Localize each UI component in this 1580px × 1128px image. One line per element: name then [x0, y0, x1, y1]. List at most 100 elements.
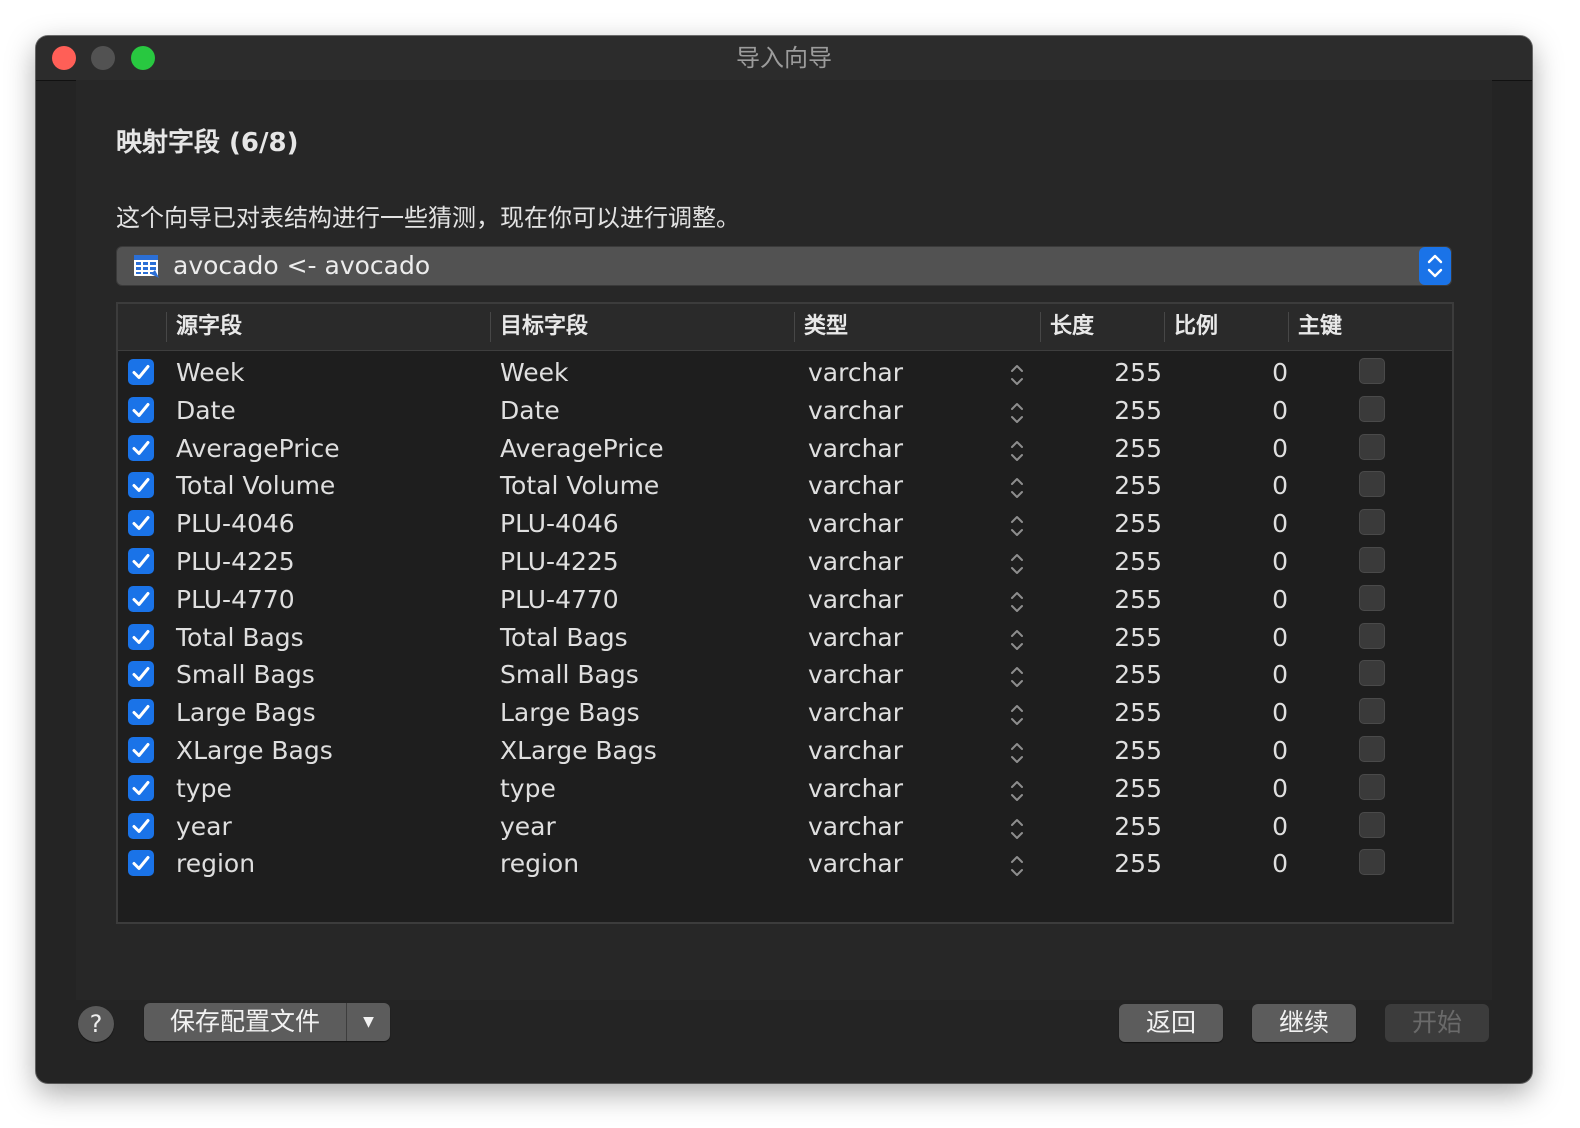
- target-field-cell[interactable]: year: [500, 808, 556, 846]
- chevron-up-down-icon[interactable]: [1008, 512, 1026, 540]
- column-header-type[interactable]: 类型: [804, 304, 848, 350]
- include-field-checkbox[interactable]: [128, 510, 154, 537]
- primary-key-checkbox[interactable]: [1359, 849, 1385, 876]
- scale-cell[interactable]: 0: [1208, 581, 1288, 619]
- target-field-cell[interactable]: Week: [500, 354, 569, 392]
- target-field-cell[interactable]: Total Bags: [500, 619, 628, 657]
- table-row[interactable]: year year varchar 255 0: [118, 808, 1452, 846]
- continue-button[interactable]: 继续: [1252, 1004, 1356, 1042]
- chevron-up-down-icon[interactable]: [1008, 399, 1026, 427]
- primary-key-checkbox[interactable]: [1359, 584, 1385, 611]
- chevron-up-down-icon[interactable]: [1008, 777, 1026, 805]
- primary-key-checkbox[interactable]: [1359, 736, 1385, 762]
- primary-key-checkbox[interactable]: [1359, 811, 1385, 838]
- target-field-cell[interactable]: AveragePrice: [500, 430, 664, 468]
- scale-cell[interactable]: 0: [1208, 656, 1288, 694]
- include-field-checkbox[interactable]: [128, 812, 154, 839]
- include-field-checkbox[interactable]: [128, 699, 154, 726]
- length-cell[interactable]: 255: [1062, 770, 1162, 808]
- include-field-checkbox[interactable]: [128, 548, 154, 574]
- title-bar[interactable]: 导入向导: [36, 36, 1532, 81]
- length-cell[interactable]: 255: [1062, 392, 1162, 430]
- scale-cell[interactable]: 0: [1208, 770, 1288, 808]
- type-cell[interactable]: varchar: [808, 845, 903, 883]
- scale-cell[interactable]: 0: [1208, 430, 1288, 468]
- column-header-length[interactable]: 长度: [1050, 304, 1094, 350]
- scale-cell[interactable]: 0: [1208, 808, 1288, 846]
- type-cell[interactable]: varchar: [808, 392, 903, 430]
- type-cell[interactable]: varchar: [808, 581, 903, 619]
- target-field-cell[interactable]: region: [500, 845, 579, 883]
- scale-cell[interactable]: 0: [1208, 467, 1288, 505]
- include-field-checkbox[interactable]: [128, 396, 154, 423]
- include-field-checkbox[interactable]: [128, 359, 154, 385]
- type-cell[interactable]: varchar: [808, 505, 903, 543]
- primary-key-checkbox[interactable]: [1359, 509, 1385, 536]
- scale-cell[interactable]: 0: [1208, 845, 1288, 883]
- length-cell[interactable]: 255: [1062, 543, 1162, 581]
- scale-cell[interactable]: 0: [1208, 354, 1288, 392]
- primary-key-checkbox[interactable]: [1359, 358, 1385, 384]
- length-cell[interactable]: 255: [1062, 505, 1162, 543]
- help-button[interactable]: ?: [78, 1006, 114, 1042]
- type-cell[interactable]: varchar: [808, 543, 903, 581]
- type-cell[interactable]: varchar: [808, 808, 903, 846]
- length-cell[interactable]: 255: [1062, 467, 1162, 505]
- primary-key-checkbox[interactable]: [1359, 660, 1385, 687]
- target-field-cell[interactable]: type: [500, 770, 556, 808]
- chevron-up-down-icon[interactable]: [1008, 361, 1026, 389]
- primary-key-checkbox[interactable]: [1359, 433, 1385, 460]
- table-row[interactable]: PLU-4046 PLU-4046 varchar 255 0: [118, 505, 1452, 543]
- chevron-up-down-icon[interactable]: [1008, 550, 1026, 578]
- include-field-checkbox[interactable]: [128, 737, 154, 763]
- target-field-cell[interactable]: Large Bags: [500, 694, 640, 732]
- table-row[interactable]: Small Bags Small Bags varchar 255 0: [118, 656, 1452, 694]
- primary-key-checkbox[interactable]: [1359, 773, 1385, 800]
- target-field-cell[interactable]: XLarge Bags: [500, 732, 657, 770]
- chevron-up-down-icon[interactable]: [1008, 739, 1026, 767]
- chevron-up-down-icon[interactable]: [1008, 437, 1026, 465]
- target-field-cell[interactable]: PLU-4225: [500, 543, 619, 581]
- chevron-up-down-icon[interactable]: [1008, 815, 1026, 843]
- primary-key-checkbox[interactable]: [1359, 547, 1385, 573]
- length-cell[interactable]: 255: [1062, 694, 1162, 732]
- scale-cell[interactable]: 0: [1208, 392, 1288, 430]
- chevron-up-down-icon[interactable]: [1008, 626, 1026, 654]
- length-cell[interactable]: 255: [1062, 808, 1162, 846]
- length-cell[interactable]: 255: [1062, 430, 1162, 468]
- column-header-primary-key[interactable]: 主键: [1298, 304, 1342, 350]
- table-row[interactable]: Large Bags Large Bags varchar 255 0: [118, 694, 1452, 732]
- type-cell[interactable]: varchar: [808, 619, 903, 657]
- include-field-checkbox[interactable]: [128, 850, 154, 877]
- table-mapping-select[interactable]: avocado <- avocado: [116, 246, 1452, 286]
- table-row[interactable]: PLU-4770 PLU-4770 varchar 255 0: [118, 581, 1452, 619]
- type-cell[interactable]: varchar: [808, 694, 903, 732]
- scale-cell[interactable]: 0: [1208, 694, 1288, 732]
- include-field-checkbox[interactable]: [128, 774, 154, 801]
- primary-key-checkbox[interactable]: [1359, 622, 1385, 649]
- select-stepper[interactable]: [1419, 247, 1451, 285]
- scale-cell[interactable]: 0: [1208, 505, 1288, 543]
- type-cell[interactable]: varchar: [808, 770, 903, 808]
- table-row[interactable]: Week Week varchar 255 0: [118, 354, 1452, 392]
- length-cell[interactable]: 255: [1062, 354, 1162, 392]
- save-profile-button[interactable]: 保存配置文件 ▼: [144, 1003, 390, 1041]
- length-cell[interactable]: 255: [1062, 732, 1162, 770]
- column-header-scale[interactable]: 比例: [1174, 304, 1218, 350]
- column-header-source[interactable]: 源字段: [176, 304, 242, 350]
- target-field-cell[interactable]: Date: [500, 392, 560, 430]
- include-field-checkbox[interactable]: [128, 623, 154, 650]
- target-field-cell[interactable]: PLU-4770: [500, 581, 619, 619]
- table-row[interactable]: AveragePrice AveragePrice varchar 255 0: [118, 430, 1452, 468]
- primary-key-checkbox[interactable]: [1359, 471, 1385, 498]
- include-field-checkbox[interactable]: [128, 585, 154, 612]
- table-row[interactable]: PLU-4225 PLU-4225 varchar 255 0: [118, 543, 1452, 581]
- length-cell[interactable]: 255: [1062, 656, 1162, 694]
- scale-cell[interactable]: 0: [1208, 619, 1288, 657]
- table-row[interactable]: region region varchar 255 0: [118, 845, 1452, 883]
- scale-cell[interactable]: 0: [1208, 543, 1288, 581]
- include-field-checkbox[interactable]: [128, 472, 154, 499]
- chevron-up-down-icon[interactable]: [1008, 701, 1026, 729]
- type-cell[interactable]: varchar: [808, 467, 903, 505]
- table-row[interactable]: Total Volume Total Volume varchar 255 0: [118, 467, 1452, 505]
